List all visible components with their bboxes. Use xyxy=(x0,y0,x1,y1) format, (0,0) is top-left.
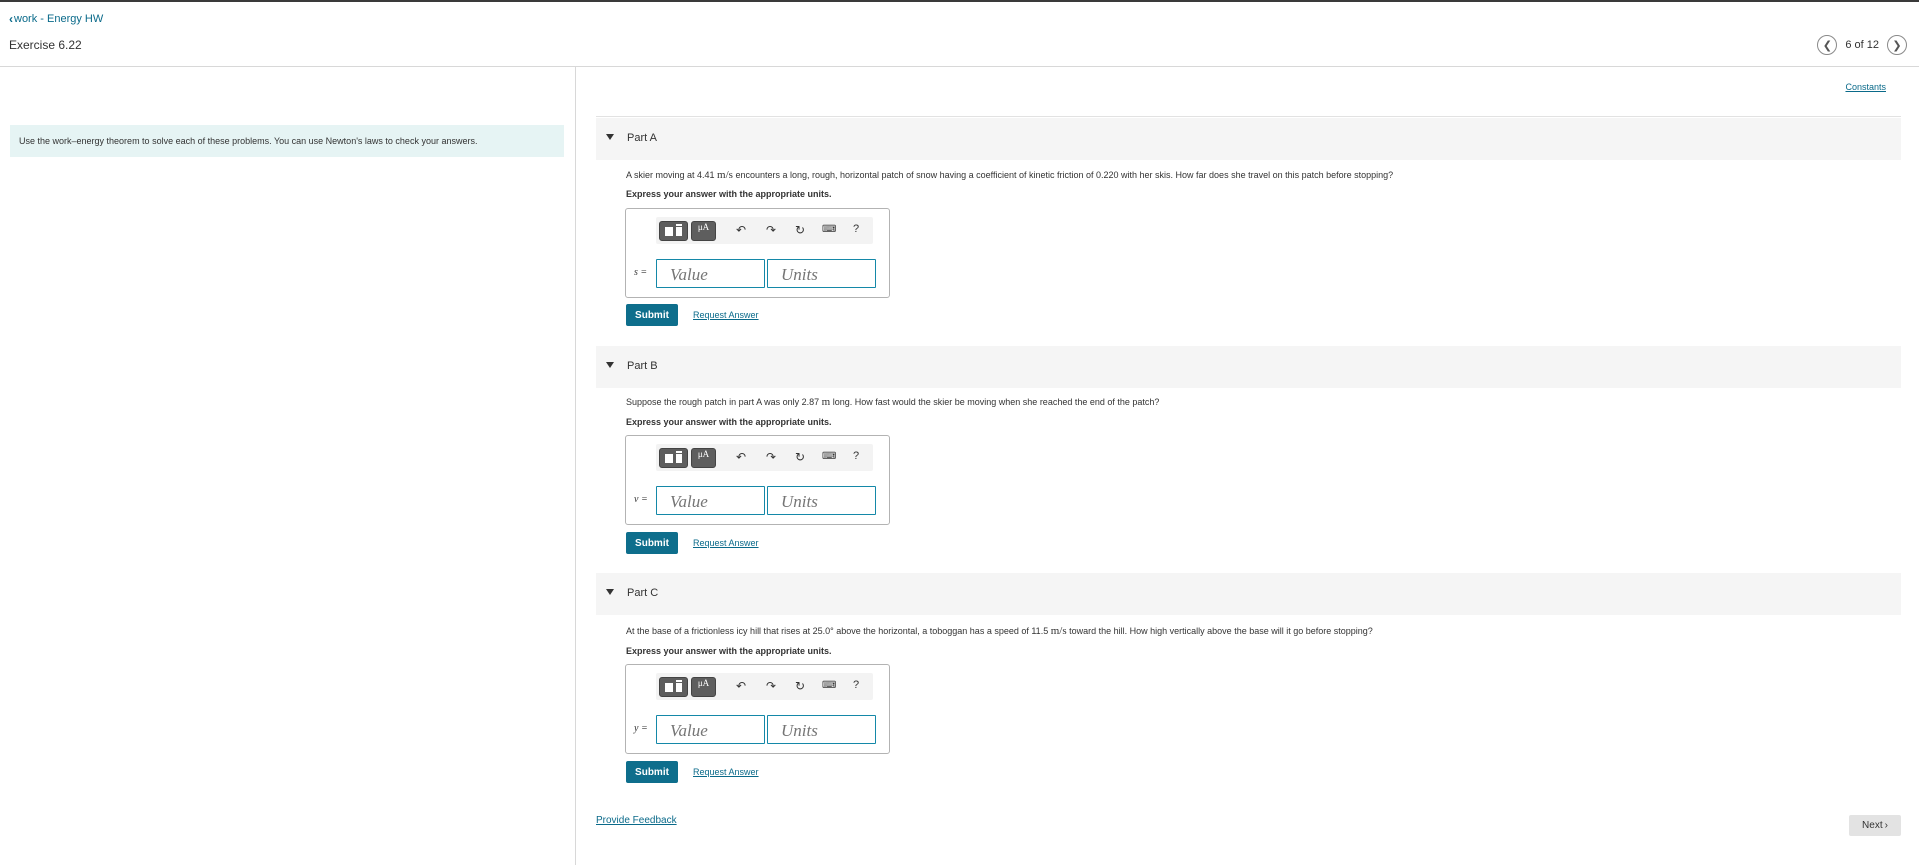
next-item-button[interactable]: ❯ xyxy=(1887,35,1907,55)
pager: ❮ 6 of 12 ❯ xyxy=(1817,35,1907,55)
collapse-triangle-icon xyxy=(606,134,614,140)
constants-link[interactable]: Constants xyxy=(1845,82,1886,92)
back-link[interactable]: ‹ work - Energy HW xyxy=(9,12,103,26)
mu-label: μA xyxy=(697,449,710,459)
header-divider xyxy=(0,66,1919,67)
question-text: A skier moving at 4.41 xyxy=(626,170,718,180)
chevron-left-icon: ❮ xyxy=(1822,39,1832,52)
part-b-header[interactable]: Part B xyxy=(596,346,1901,388)
redo-icon[interactable]: ↷ xyxy=(766,450,776,464)
question-text: At the base of a frictionless icy hill t… xyxy=(626,626,1051,636)
previous-item-button[interactable]: ❮ xyxy=(1817,35,1838,55)
part-b-instruction: Express your answer with the appropriate… xyxy=(626,417,832,427)
mu-label: μA xyxy=(697,678,710,688)
units-button[interactable]: μA xyxy=(691,448,716,468)
question-text: encounters a long, rough, horizontal pat… xyxy=(732,170,1394,180)
part-a-submit-button[interactable]: Submit xyxy=(626,304,678,326)
part-a-label: Part A xyxy=(627,132,657,144)
question-text: Suppose the rough patch in part A was on… xyxy=(626,397,822,407)
keyboard-icon[interactable]: ⌨ xyxy=(822,224,836,235)
collapse-triangle-icon xyxy=(606,362,614,368)
help-icon[interactable]: ? xyxy=(853,679,859,691)
part-b-label: Part B xyxy=(627,360,658,372)
math-toolbar: μA ↶ ↷ ↻ ⌨ ? xyxy=(656,444,873,471)
pager-text: 6 of 12 xyxy=(1845,39,1879,51)
back-label: work - Energy HW xyxy=(14,13,104,25)
help-icon[interactable]: ? xyxy=(853,450,859,462)
keyboard-icon[interactable]: ⌨ xyxy=(822,680,836,691)
keyboard-icon[interactable]: ⌨ xyxy=(822,451,836,462)
next-label: Next xyxy=(1862,820,1883,831)
reset-icon[interactable]: ↻ xyxy=(795,223,805,237)
chevron-left-icon: ‹ xyxy=(9,12,13,26)
part-b-answer-box: μA ↶ ↷ ↻ ⌨ ? v = xyxy=(625,435,890,525)
part-b-request-answer-link[interactable]: Request Answer xyxy=(693,538,759,548)
reset-icon[interactable]: ↻ xyxy=(795,450,805,464)
mu-label: μA xyxy=(697,222,710,232)
column-divider xyxy=(575,66,576,865)
units-input[interactable] xyxy=(767,259,876,288)
templates-button[interactable] xyxy=(659,677,688,697)
redo-icon[interactable]: ↷ xyxy=(766,679,776,693)
units-button[interactable]: μA xyxy=(691,221,716,241)
part-a-answer-box: μA ↶ ↷ ↻ ⌨ ? s = xyxy=(625,208,890,298)
part-c-request-answer-link[interactable]: Request Answer xyxy=(693,767,759,777)
value-input[interactable] xyxy=(656,259,765,288)
variable-label: y = xyxy=(634,723,648,734)
question-unit: m/s xyxy=(1050,625,1067,637)
math-toolbar: μA ↶ ↷ ↻ ⌨ ? xyxy=(656,673,873,700)
units-button[interactable]: μA xyxy=(691,677,716,697)
next-button[interactable]: Next › xyxy=(1849,815,1901,836)
intro-text: Use the work–energy theorem to solve eac… xyxy=(10,125,564,157)
question-unit: m/s xyxy=(717,169,733,181)
part-a-request-answer-link[interactable]: Request Answer xyxy=(693,310,759,320)
part-c-question: At the base of a frictionless icy hill t… xyxy=(626,625,1373,637)
templates-button[interactable] xyxy=(659,221,688,241)
units-input[interactable] xyxy=(767,486,876,515)
constants-divider xyxy=(596,116,1901,117)
variable-label: s = xyxy=(634,267,648,278)
undo-icon[interactable]: ↶ xyxy=(736,679,746,693)
top-border xyxy=(0,0,1919,2)
part-a-header[interactable]: Part A xyxy=(596,118,1901,160)
chevron-right-icon: ❯ xyxy=(1892,39,1902,52)
part-a-question: A skier moving at 4.41 m/s encounters a … xyxy=(626,169,1393,181)
part-b-question: Suppose the rough patch in part A was on… xyxy=(626,396,1159,408)
redo-icon[interactable]: ↷ xyxy=(766,223,776,237)
question-text: long. How fast would the skier be moving… xyxy=(830,397,1160,407)
part-c-label: Part C xyxy=(627,587,659,599)
value-input[interactable] xyxy=(656,715,765,744)
part-c-answer-box: μA ↶ ↷ ↻ ⌨ ? y = xyxy=(625,664,890,754)
provide-feedback-link[interactable]: Provide Feedback xyxy=(596,815,677,826)
undo-icon[interactable]: ↶ xyxy=(736,450,746,464)
part-c-submit-button[interactable]: Submit xyxy=(626,761,678,783)
math-toolbar: μA ↶ ↷ ↻ ⌨ ? xyxy=(656,217,873,244)
undo-icon[interactable]: ↶ xyxy=(736,223,746,237)
reset-icon[interactable]: ↻ xyxy=(795,679,805,693)
part-b-submit-button[interactable]: Submit xyxy=(626,532,678,554)
exercise-title: Exercise 6.22 xyxy=(9,38,82,52)
value-input[interactable] xyxy=(656,486,765,515)
question-unit: m xyxy=(821,396,831,408)
help-icon[interactable]: ? xyxy=(853,223,859,235)
part-c-instruction: Express your answer with the appropriate… xyxy=(626,646,832,656)
variable-label: v = xyxy=(634,494,648,505)
chevron-right-icon: › xyxy=(1884,820,1888,831)
part-c-header[interactable]: Part C xyxy=(596,573,1901,615)
part-a-instruction: Express your answer with the appropriate… xyxy=(626,189,832,199)
question-text: toward the hill. How high vertically abo… xyxy=(1066,626,1373,636)
templates-button[interactable] xyxy=(659,448,688,468)
collapse-triangle-icon xyxy=(606,589,614,595)
units-input[interactable] xyxy=(767,715,876,744)
